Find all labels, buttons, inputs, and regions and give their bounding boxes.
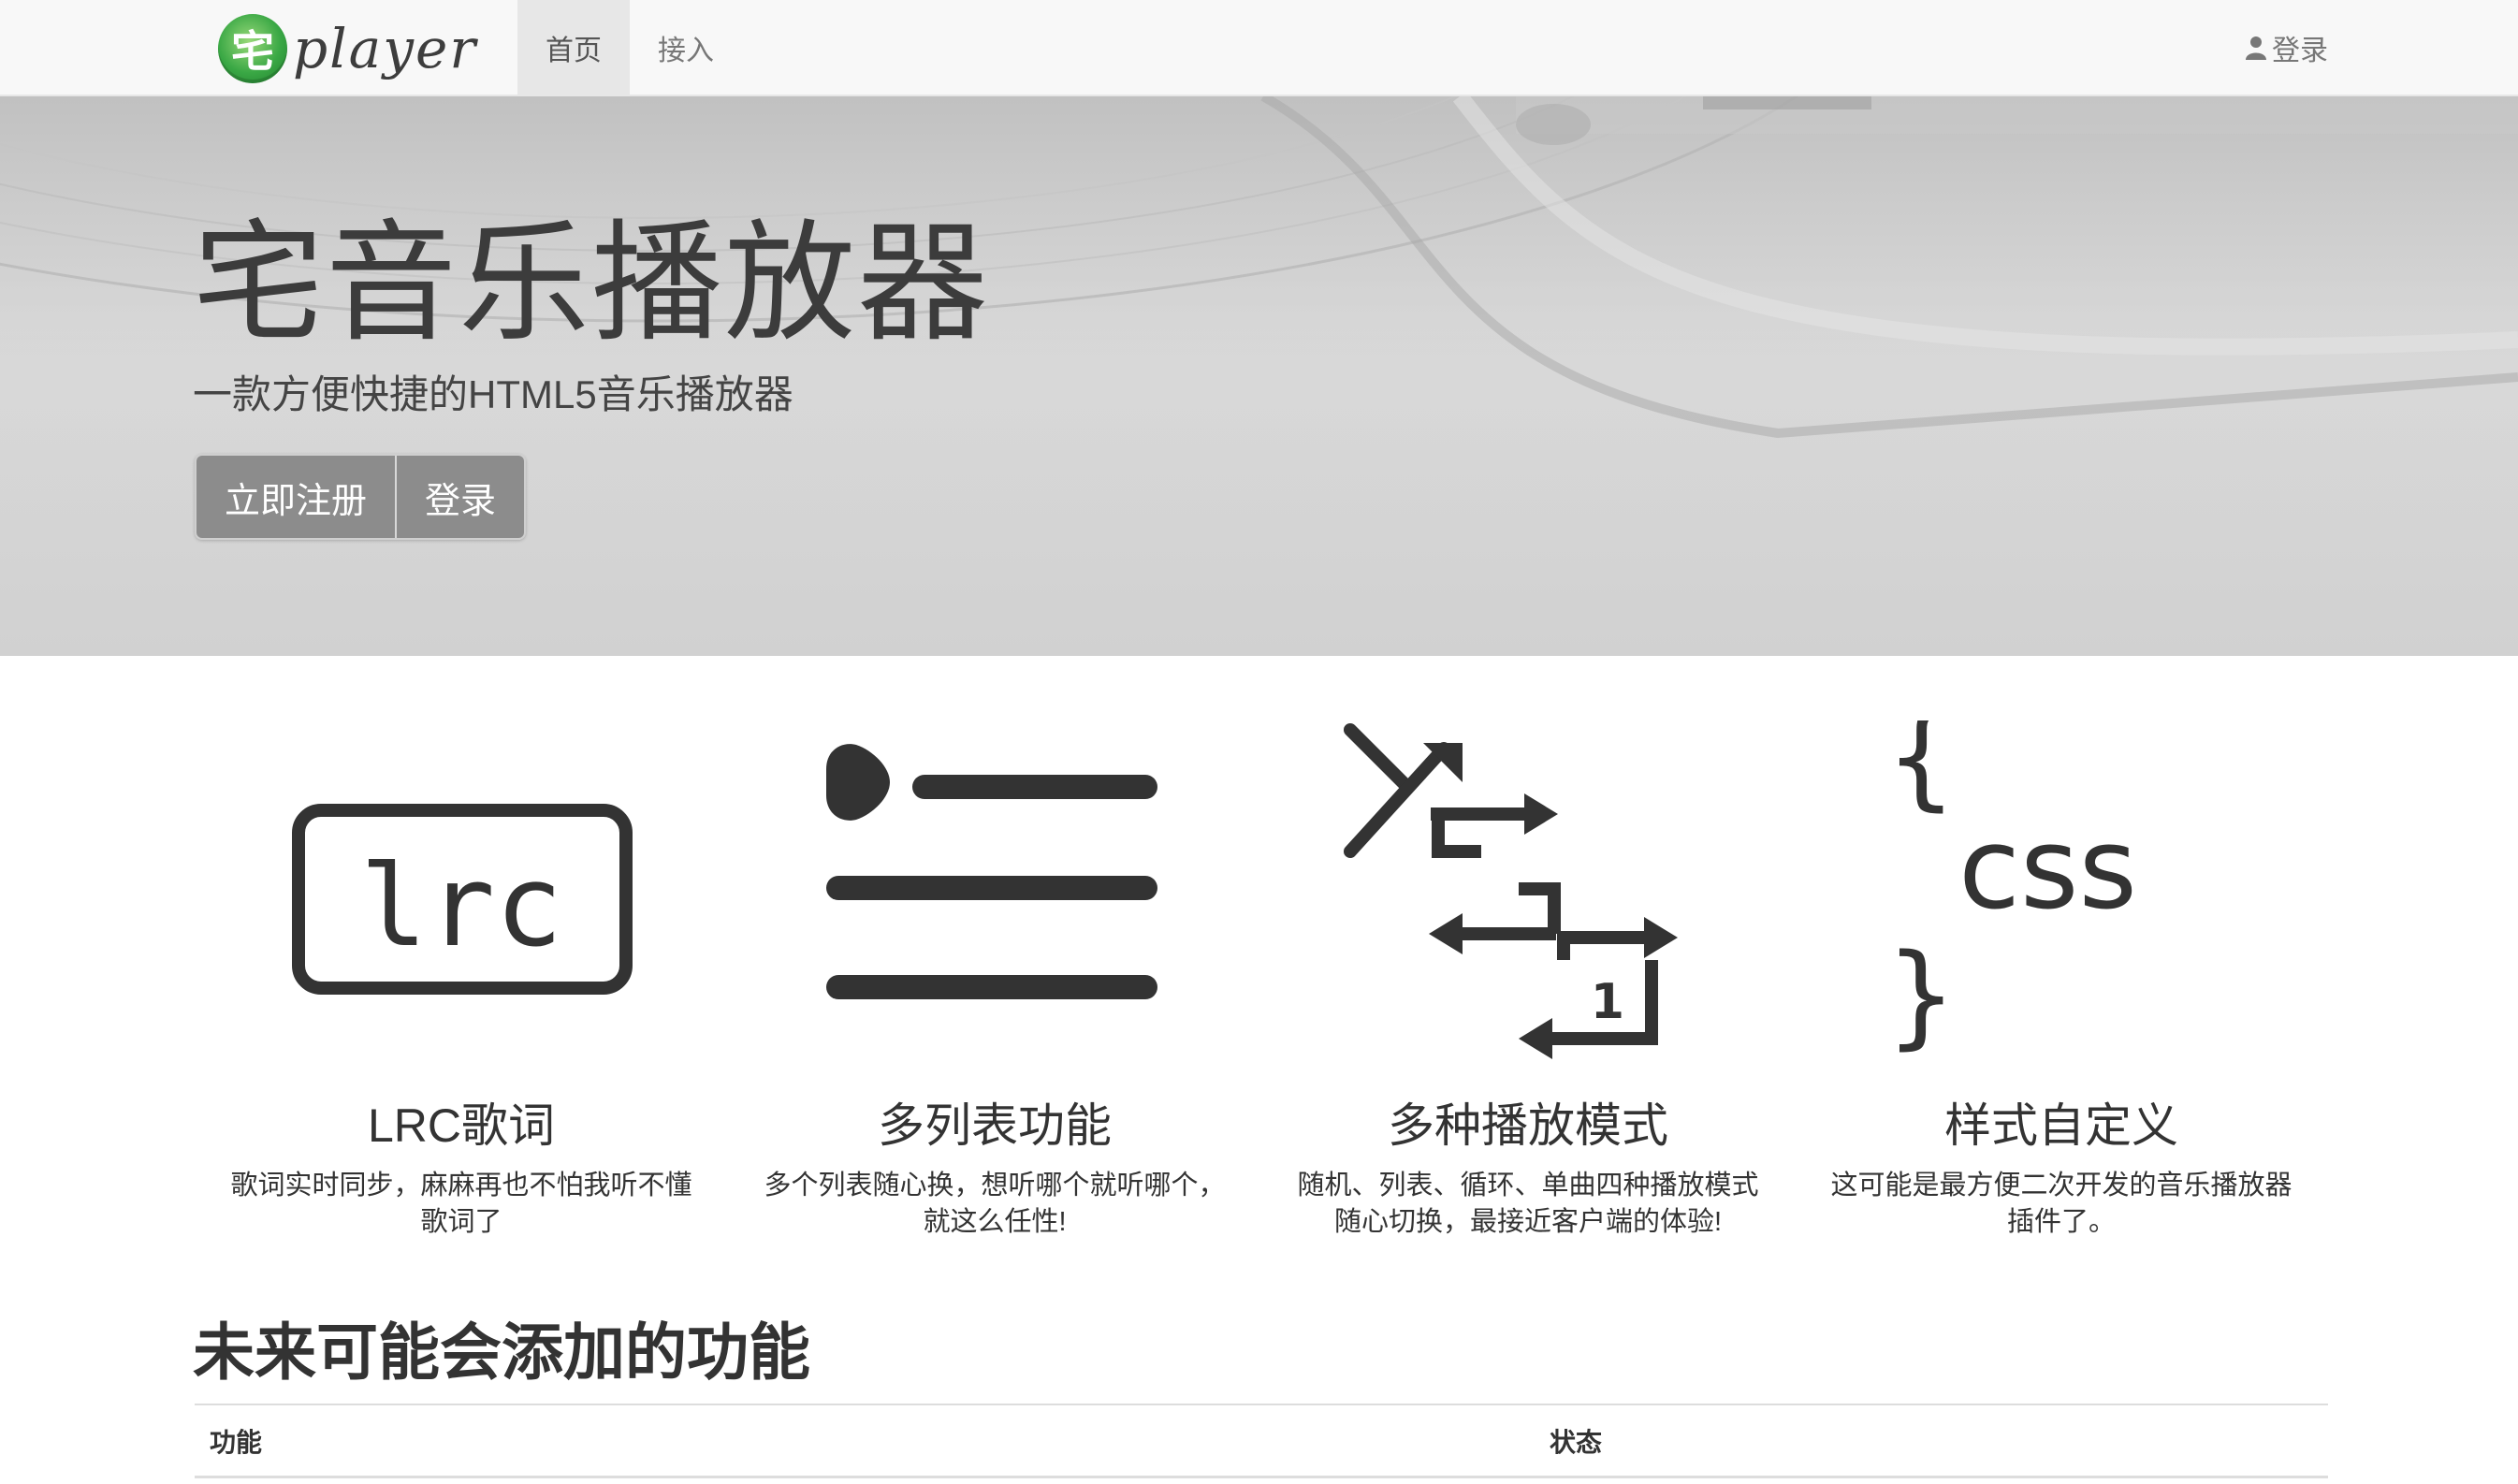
hero-login-button[interactable]: 登录: [395, 456, 525, 538]
lrc-icon: lrc: [292, 804, 633, 995]
svg-text:1: 1: [1591, 974, 1624, 1030]
feature-title: LRC歌词: [367, 1099, 556, 1152]
feature-title: 多列表功能: [878, 1099, 1112, 1152]
nav-item-integrate[interactable]: 接入: [630, 0, 742, 95]
main-nav: 首页 接入: [517, 0, 742, 95]
feature-desc: 随机、列表、循环、单曲四种播放模式随心切换，最接近客户端的体验!: [1297, 1171, 1759, 1238]
feature-title: 样式自定义: [1944, 1099, 2178, 1152]
feature-custom-style: { css } 样式自定义 这可能是最方便二次开发的音乐播放器插件了。: [1795, 720, 2328, 1282]
svg-text:}: }: [1885, 931, 1957, 1061]
feature-playlist: 多列表功能 多个列表随心换，想听哪个就听哪个，就这么任性!: [728, 720, 1261, 1282]
feature-desc: 歌词实时同步，麻麻再也不怕我听不懂歌词了: [230, 1171, 692, 1238]
hero-jumbotron: 宅音乐播放器 一款方便快捷的HTML5音乐播放器 立即注册 登录: [0, 96, 2518, 656]
hero-button-group: 立即注册 登录: [195, 454, 527, 540]
playlist-icon: [826, 744, 1157, 999]
navbar: 宅 player 首页 接入 登录: [0, 0, 2518, 96]
brand-mark-icon: 宅: [218, 14, 287, 83]
feature-list: lrc LRC歌词 歌词实时同步，麻麻再也不怕我听不懂歌词了 多列表功能 多个列…: [195, 720, 2328, 1282]
table-header-feature: 功能: [210, 1427, 263, 1457]
brand-logo[interactable]: 宅 player: [218, 11, 477, 86]
future-features-table: 功能 状态: [195, 1404, 2328, 1478]
css-icon: { css }: [1885, 720, 2137, 1061]
nav-login-label: 登录: [2272, 35, 2328, 66]
future-section-title: 未来可能会添加的功能: [193, 1317, 810, 1387]
play-mode-icon: 1: [1344, 723, 1678, 1059]
feature-lrc: lrc LRC歌词 歌词实时同步，麻麻再也不怕我听不懂歌词了: [195, 720, 728, 1282]
user-icon: [2246, 36, 2266, 60]
nav-item-home[interactable]: 首页: [517, 0, 630, 95]
feature-desc: 这可能是最方便二次开发的音乐播放器插件了。: [1830, 1171, 2292, 1238]
feature-play-modes: 1 多种播放模式 随机、列表、循环、单曲四种播放模式随心切换，最接近客户端的体验…: [1261, 720, 1795, 1282]
feature-title: 多种播放模式: [1388, 1099, 1668, 1152]
hero-title: 宅音乐播放器: [193, 210, 991, 356]
hero-subtitle: 一款方便快捷的HTML5音乐播放器: [193, 372, 793, 416]
table-header-status: 状态: [1550, 1427, 1603, 1457]
svg-text:lrc: lrc: [360, 842, 563, 972]
svg-text:{: {: [1885, 720, 1957, 822]
brand-text: player: [293, 17, 478, 80]
register-button[interactable]: 立即注册: [196, 456, 396, 538]
feature-desc: 多个列表随心换，想听哪个就听哪个，就这么任性!: [764, 1171, 1226, 1238]
nav-login-link[interactable]: 登录: [2246, 0, 2328, 95]
svg-text:css: css: [1958, 805, 2137, 935]
